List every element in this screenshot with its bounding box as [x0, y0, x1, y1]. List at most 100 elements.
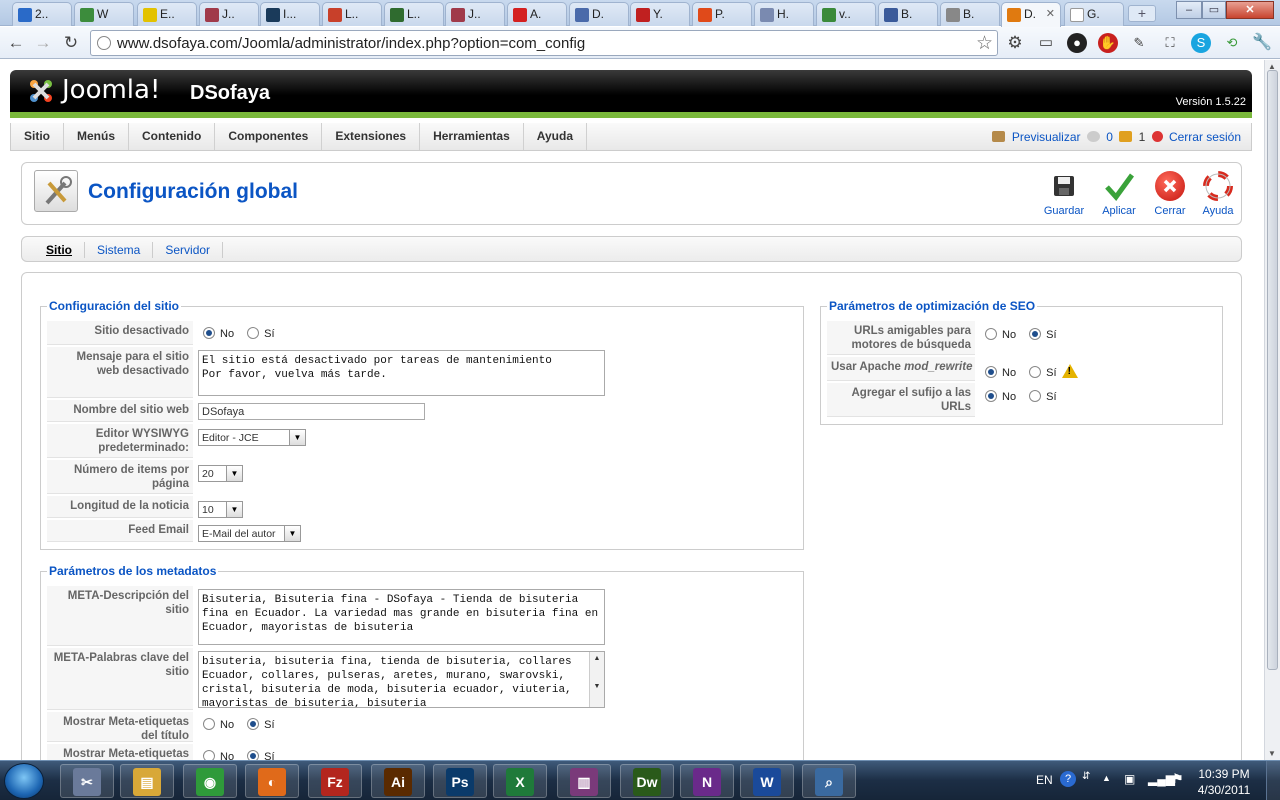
scroll-down-arrow-icon[interactable]: ▼ — [1268, 749, 1276, 758]
browser-tab[interactable]: J.. — [199, 2, 259, 26]
meta-title-no-radio[interactable] — [203, 718, 215, 730]
rewrite-no-radio[interactable] — [985, 366, 997, 378]
menu-herramientas[interactable]: Herramientas — [420, 123, 524, 150]
menu-extensiones[interactable]: Extensiones — [322, 123, 421, 150]
tab-close-icon[interactable]: ✕ — [1046, 7, 1055, 20]
bookmark-star-icon[interactable]: ☆ — [976, 32, 993, 55]
menu-menus[interactable]: Menús — [64, 123, 130, 150]
meta-author-no-radio[interactable] — [203, 750, 215, 760]
meta-desc-textarea[interactable]: Bisuteria, Bisuteria fina - DSofaya - Ti… — [198, 589, 605, 645]
window-close-button[interactable]: ✕ — [1226, 1, 1274, 19]
taskbar-app-firefox[interactable]: ◐ — [245, 764, 299, 798]
meta-keys-textarea[interactable]: bisuteria, bisuteria fina, tienda de bis… — [198, 651, 605, 708]
meta-author-yes-radio[interactable] — [247, 750, 260, 760]
warning-icon[interactable] — [1061, 364, 1078, 378]
browser-tab[interactable]: E.. — [137, 2, 197, 26]
help-button[interactable]: Ayuda — [1192, 171, 1244, 217]
taskbar-app-word[interactable]: W — [740, 764, 794, 798]
network-icon[interactable]: ▂▄▆ — [1148, 772, 1175, 786]
menu-contenido[interactable]: Contenido — [129, 123, 216, 150]
skype-ext-icon[interactable]: S — [1191, 33, 1211, 53]
offline-no-radio[interactable] — [203, 327, 215, 339]
tab-sitio[interactable]: Sitio — [34, 242, 85, 258]
reading-ext-icon[interactable]: ▭ — [1036, 33, 1056, 53]
logout-link[interactable]: Cerrar sesión — [1169, 130, 1241, 144]
rewrite-yes-radio[interactable] — [1029, 366, 1042, 378]
site-name-input[interactable]: DSofaya — [198, 403, 425, 420]
taskbar-app-search-pro[interactable]: ⌕ — [802, 764, 856, 798]
green-ext-icon[interactable]: ⟲ — [1222, 33, 1242, 53]
adblock-ext-icon[interactable]: ✋ — [1098, 33, 1118, 53]
browser-tab[interactable]: H. — [754, 2, 814, 26]
flag-icon[interactable]: ⚑ — [1172, 771, 1184, 787]
system-clock[interactable]: 10:39 PM 4/30/2011 — [1194, 766, 1254, 798]
editor-select[interactable]: Editor - JCE ▼ — [198, 429, 306, 446]
taskbar-app-snipping-tool[interactable]: ✂ — [60, 764, 114, 798]
tab-servidor[interactable]: Servidor — [153, 242, 224, 258]
minimize-button[interactable]: – — [1176, 1, 1202, 19]
tray-arrow-icon[interactable]: ⇵ — [1082, 771, 1090, 782]
browser-tab[interactable]: W — [74, 2, 134, 26]
browser-tab[interactable]: P. — [692, 2, 752, 26]
meta-keys-scrollbar[interactable]: ▲ ▼ — [589, 652, 604, 707]
preview-link[interactable]: Previsualizar — [1012, 130, 1081, 144]
taskbar-app-photoshop[interactable]: Ps — [433, 764, 487, 798]
browser-tab[interactable]: D. ✕ — [1001, 2, 1061, 27]
forward-button[interactable]: → — [32, 32, 54, 54]
taskbar-app-dreamweaver[interactable]: Dw — [620, 764, 674, 798]
help-tray-icon[interactable]: ? — [1060, 771, 1076, 787]
messages-count[interactable]: 0 — [1106, 130, 1113, 144]
wrench-menu-icon[interactable]: 🔧 — [1252, 33, 1272, 53]
taskbar-app-winrar[interactable]: ▥ — [557, 764, 611, 798]
taskbar-app-illustrator[interactable]: Ai — [371, 764, 425, 798]
sef-yes-radio[interactable] — [1029, 328, 1042, 340]
browser-tab[interactable]: 2.. — [12, 2, 72, 26]
page-scrollbar[interactable]: ▲ ▼ — [1264, 60, 1280, 760]
language-indicator[interactable]: EN — [1036, 773, 1053, 787]
show-hidden-icons-icon[interactable]: ▲ — [1102, 773, 1111, 783]
scroll-thumb[interactable] — [1267, 70, 1278, 670]
feed-limit-select[interactable]: 10 ▼ — [198, 501, 243, 518]
maximize-button[interactable]: ▭ — [1202, 1, 1226, 19]
menu-sitio[interactable]: Sitio — [11, 123, 64, 150]
browser-tab[interactable]: B. — [878, 2, 938, 26]
browser-tab[interactable]: J.. — [445, 2, 505, 26]
offline-yes-radio[interactable] — [247, 327, 260, 339]
browser-tab[interactable]: A. — [507, 2, 567, 26]
browser-tab[interactable]: Y. — [630, 2, 690, 26]
save-button[interactable]: Guardar — [1038, 171, 1090, 217]
taskbar-app-chrome[interactable]: ◉ — [183, 764, 237, 798]
taskbar-app-explorer[interactable]: ▤ — [120, 764, 174, 798]
offline-message-textarea[interactable]: El sitio está desactivado por tareas de … — [198, 350, 605, 396]
screenshot-ext-icon[interactable]: ⛶ — [1160, 33, 1180, 53]
settings-gear-ext-icon[interactable]: ⚙ — [1005, 33, 1025, 53]
tab-sistema[interactable]: Sistema — [85, 242, 154, 258]
browser-tab[interactable]: B. — [940, 2, 1000, 26]
start-button[interactable] — [4, 763, 44, 799]
taskbar-app-filezilla[interactable]: Fz — [308, 764, 362, 798]
sef-no-radio[interactable] — [985, 328, 997, 340]
browser-tab[interactable]: I... — [260, 2, 320, 26]
menu-componentes[interactable]: Componentes — [215, 123, 323, 150]
taskbar-app-excel[interactable]: X — [493, 764, 547, 798]
back-button[interactable]: ← — [5, 32, 27, 54]
suffix-yes-radio[interactable] — [1029, 390, 1042, 402]
browser-tab[interactable]: D. — [569, 2, 629, 26]
address-bar[interactable]: www.dsofaya.com/Joomla/administrator/ind… — [90, 30, 998, 56]
suffix-no-radio[interactable] — [985, 390, 997, 402]
close-button[interactable]: Cerrar — [1144, 171, 1196, 217]
list-limit-select[interactable]: 20 ▼ — [198, 465, 243, 482]
browser-tab[interactable]: v.. — [816, 2, 876, 26]
feed-email-select[interactable]: E-Mail del autor ▼ — [198, 525, 301, 542]
meta-title-yes-radio[interactable] — [247, 718, 260, 730]
device-tray-icon[interactable]: ▣ — [1124, 772, 1135, 786]
camera-ext-icon[interactable]: ● — [1067, 33, 1087, 53]
show-desktop-button[interactable] — [1266, 761, 1280, 800]
eyedropper-ext-icon[interactable]: ✎ — [1129, 33, 1149, 53]
new-tab-button[interactable]: + — [1128, 5, 1156, 22]
menu-ayuda[interactable]: Ayuda — [524, 123, 588, 150]
taskbar-app-onenote[interactable]: N — [680, 764, 734, 798]
browser-tab[interactable]: G. — [1064, 2, 1124, 26]
browser-tab[interactable]: L.. — [384, 2, 444, 26]
reload-button[interactable]: ↻ — [60, 32, 82, 54]
